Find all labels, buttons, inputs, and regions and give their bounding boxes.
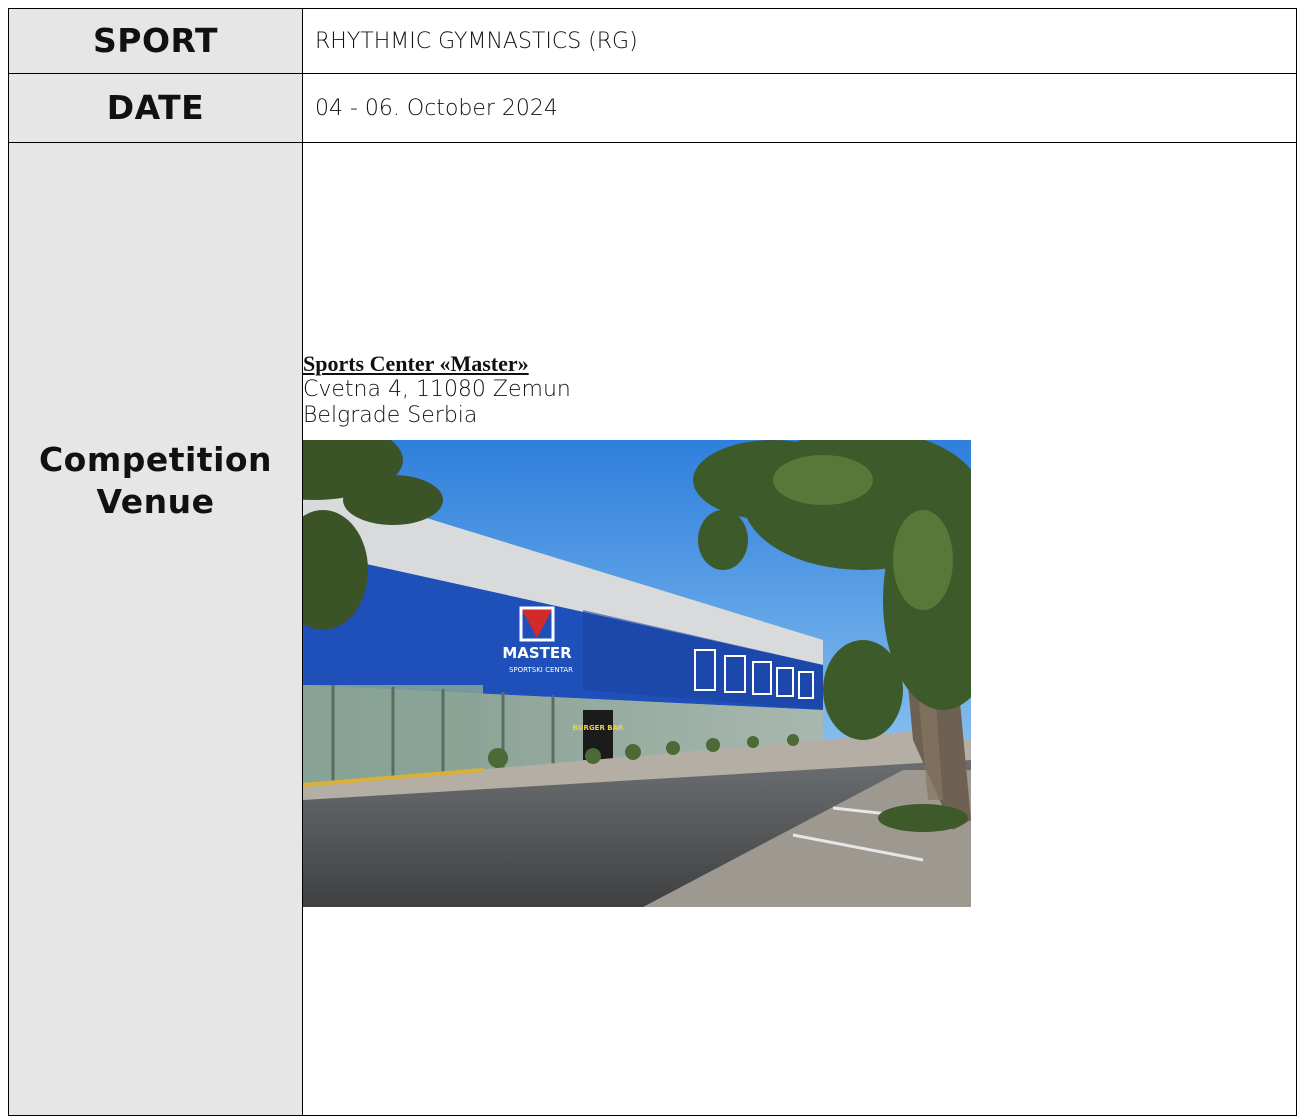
venue-label-line2: Venue	[96, 482, 215, 521]
venue-value-cell: Sports Center «Master» Cvetna 4, 11080 Z…	[302, 142, 1297, 1116]
row-venue: Competition Venue Sports Center «Master»…	[8, 142, 1297, 1116]
venue-label-line1: Competition	[38, 440, 273, 479]
sport-label: SPORT	[93, 21, 218, 60]
venue-address-line1: Cvetna 4, 11080 Zemun	[303, 377, 571, 402]
row-sport: SPORT RHYTHMIC GYMNASTICS (RG)	[8, 8, 1297, 74]
photo-kiosk: BURGER BAR	[573, 724, 625, 732]
date-label: DATE	[106, 88, 205, 127]
date-value: 04 - 06. October 2024	[315, 95, 558, 121]
venue-photo: MASTER SPORTSKI CENTAR BURGER BAR	[303, 440, 971, 907]
row-date: DATE 04 - 06. October 2024	[8, 73, 1297, 143]
photo-sign-sub: SPORTSKI CENTAR	[509, 666, 573, 674]
date-label-cell: DATE	[8, 73, 303, 143]
sport-label-cell: SPORT	[8, 8, 303, 74]
photo-sign-main: MASTER	[502, 644, 572, 662]
venue-name-link[interactable]: Sports Center «Master»	[303, 351, 1296, 377]
venue-address-line2: Belgrade Serbia	[303, 403, 478, 428]
sport-value-cell: RHYTHMIC GYMNASTICS (RG)	[302, 8, 1297, 74]
venue-label-cell: Competition Venue	[8, 142, 303, 1116]
info-sheet: SPORT RHYTHMIC GYMNASTICS (RG) DATE 04 -…	[8, 8, 1297, 1116]
date-value-cell: 04 - 06. October 2024	[302, 73, 1297, 143]
sport-value: RHYTHMIC GYMNASTICS (RG)	[315, 28, 638, 54]
info-table: SPORT RHYTHMIC GYMNASTICS (RG) DATE 04 -…	[8, 8, 1297, 1116]
